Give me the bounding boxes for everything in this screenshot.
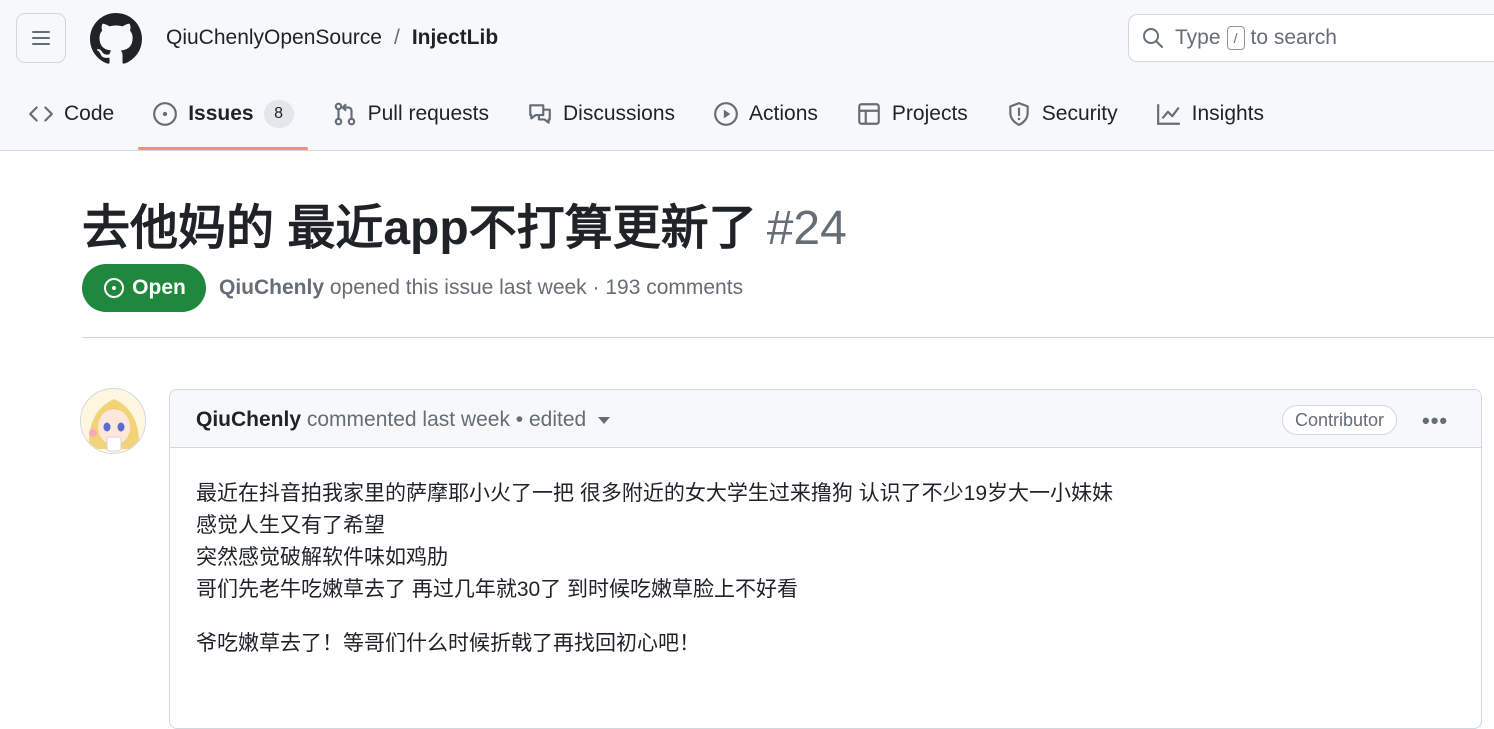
user-avatar-image [81,389,145,453]
issue-author-link[interactable]: QiuChenly [219,276,324,299]
avatar[interactable] [80,388,146,454]
search-placeholder-after: to search [1250,25,1337,49]
repo-owner-link[interactable]: QiuChenlyOpenSource [166,26,382,50]
comment-discussion-icon [529,104,551,124]
issue-state-label: Open [132,276,186,299]
tab-security-label: Security [1041,102,1118,125]
breadcrumb: QiuChenlyOpenSource / InjectLib [166,26,498,50]
tab-projects-label: Projects [891,102,968,125]
comment-line: 哥们先老牛吃嫩草去了 再过几年就30了 到时候吃嫩草脸上不好看 [196,578,799,601]
comment-closing-line: 爷吃嫩草去了！等哥们什么时候折戟了再找回初心吧！ [196,632,700,655]
comment-header: QiuChenly commented last week • edited C… [170,390,1481,448]
issue-opened-icon [153,102,178,126]
tab-insights-label: Insights [1191,102,1265,125]
tab-insights[interactable]: Insights [1142,92,1278,136]
repo-nav-tabs: Code Issues 8 Pull requests Discussions … [14,92,1288,150]
tab-issues-label: Issues [188,102,254,125]
repo-name-link[interactable]: InjectLib [412,26,498,50]
issue-title-text: 去他妈的 最近app不打算更新了 [82,202,757,255]
issue-comment: QiuChenly commented last week • edited C… [169,389,1482,729]
menu-button[interactable] [16,13,66,63]
tab-discussions-label: Discussions [563,102,676,125]
comment-line: 感觉人生又有了希望 [196,514,385,537]
comment-header-text: QiuChenly commented last week • edited [196,408,611,432]
breadcrumb-separator: / [393,26,400,49]
tab-security[interactable]: Security [992,92,1132,136]
issue-title: 去他妈的 最近app不打算更新了 #24 [82,188,847,258]
comment-line: 最近在抖音拍我家里的萨摩耶小火了一把 很多附近的女大学生过来撸狗 认识了不少19… [196,482,1114,505]
issue-state-badge: Open [82,264,206,312]
comment-action-text[interactable]: commented last week • edited [307,408,586,431]
issue-opened-icon [104,278,125,298]
search-shortcut-key: / [1226,26,1245,51]
graph-icon [1156,104,1180,125]
issue-meta: QiuChenly opened this issue last week · … [219,276,743,300]
repo-header: QiuChenlyOpenSource / InjectLib Type / to … [0,0,1494,151]
shield-icon [1009,102,1029,126]
tab-projects[interactable]: Projects [842,92,982,136]
github-logo-icon[interactable] [90,13,142,65]
tab-issues[interactable]: Issues 8 [138,92,308,150]
tab-discussions[interactable]: Discussions [513,92,689,136]
search-placeholder: Type / to search [1175,25,1337,51]
tab-actions[interactable]: Actions [699,92,832,136]
play-icon [714,102,738,126]
hamburger-icon [32,31,50,45]
chevron-down-icon[interactable] [598,416,611,424]
comment-options-button[interactable]: ••• [1422,408,1448,434]
header-divider [82,337,1494,338]
issue-number: #24 [766,202,847,255]
comment-body: 最近在抖音拍我家里的萨摩耶小火了一把 很多附近的女大学生过来撸狗 认识了不少19… [196,478,1113,660]
issue-meta-text: opened this issue last week · 193 commen… [329,276,744,299]
git-pull-request-icon [334,102,355,126]
search-icon [1143,28,1163,48]
code-icon [29,106,53,122]
contributor-badge: Contributor [1282,405,1398,435]
search-input[interactable]: Type / to search [1128,14,1494,62]
tab-pull-requests[interactable]: Pull requests [318,92,503,136]
issues-count-badge: 8 [263,100,294,128]
tab-pull-requests-label: Pull requests [367,102,489,125]
comment-author-link[interactable]: QiuChenly [196,408,301,431]
tab-code-label: Code [64,102,115,125]
table-icon [858,103,880,125]
tab-actions-label: Actions [749,102,818,125]
search-placeholder-before: Type [1175,25,1221,49]
tab-code[interactable]: Code [14,92,128,136]
comment-line: 突然感觉破解软件味如鸡肋 [196,546,448,569]
